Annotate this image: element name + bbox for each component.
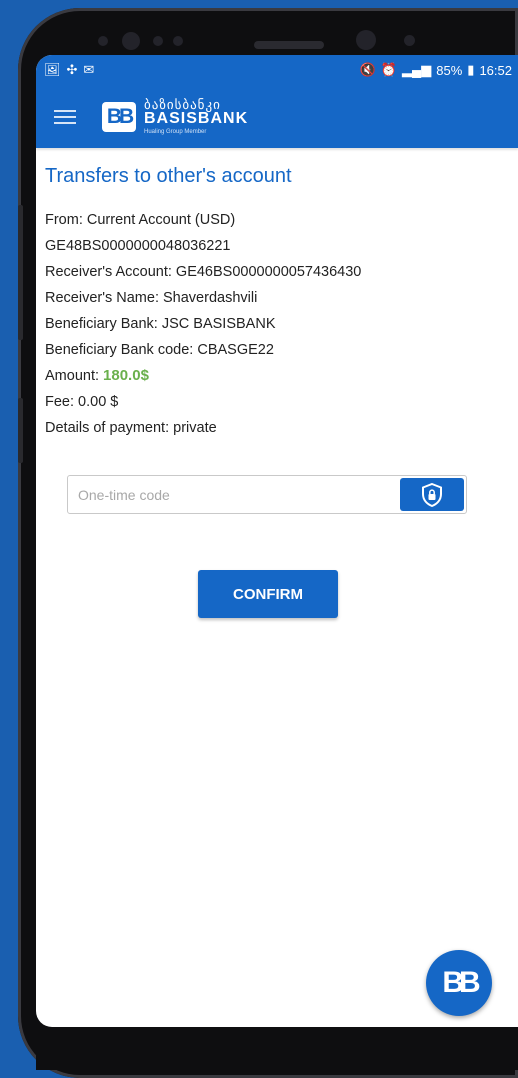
logo-subtitle: Hualing Group Member (144, 129, 207, 135)
gallery-icon: 🖼 (44, 62, 61, 77)
receiver-account-value: GE46BS0000000057436430 (175, 264, 362, 280)
battery-percent: 85% (436, 62, 463, 78)
alarm-icon: ⏰ (380, 62, 398, 77)
from-value: Current Account (USD) (86, 212, 236, 228)
fee-label: Fee: (45, 394, 75, 410)
earpiece-speaker (254, 41, 324, 49)
beneficiary-bank-row: Beneficiary Bank: JSC BASISBANK (45, 311, 518, 337)
app-bar: BB ბაზისბანკი BASISBANK Hualing Group Me… (36, 85, 518, 148)
beneficiary-code-value: CBASGE22 (197, 342, 274, 358)
one-time-code-field (67, 475, 467, 514)
shield-lock-icon (422, 482, 442, 507)
beneficiary-code-row: Beneficiary Bank code: CBASGE22 (45, 337, 518, 363)
sensor-dot (98, 36, 108, 46)
receiver-name-row: Receiver's Name: Shaverdashvili (45, 285, 518, 311)
signal-icon: ▂▄▆ (402, 62, 432, 77)
notification-icon: ✣ (66, 62, 78, 77)
battery-icon: ▮ (467, 62, 475, 77)
amount-value: 180.0$ (103, 367, 149, 384)
iris-scanner (356, 30, 376, 50)
transfer-details: Transfers to other's account From: Curre… (36, 165, 518, 441)
logo-name: BASISBANK (144, 110, 249, 127)
details-row: Details of payment: private (45, 415, 518, 441)
volume-button (18, 205, 23, 340)
logo-mark: BB (102, 101, 136, 132)
mute-icon: 🔇 (359, 62, 376, 77)
one-time-code-input[interactable] (76, 485, 400, 504)
basisbank-logo: BB ბაზისბანკი BASISBANK Hualing Group Me… (102, 98, 248, 135)
basisbank-fab-button[interactable]: BB (426, 950, 492, 1016)
hamburger-menu-icon[interactable] (54, 109, 76, 124)
from-label: From: (45, 212, 83, 228)
beneficiary-code-label: Beneficiary Bank code: (45, 342, 194, 358)
security-token-button[interactable] (400, 478, 464, 511)
sensor-dot (173, 36, 183, 46)
details-value: private (173, 420, 217, 436)
status-bar: 🖼 ✣ ✉ 🔇 ⏰ ▂▄▆ 85% ▮ 16:52 (36, 55, 518, 85)
receiver-name-label: Receiver's Name: (45, 290, 159, 306)
bixby-button (18, 398, 23, 463)
beneficiary-bank-label: Beneficiary Bank: (45, 316, 158, 332)
page-title: Transfers to other's account (45, 165, 292, 187)
app-screen: 🖼 ✣ ✉ 🔇 ⏰ ▂▄▆ 85% ▮ 16:52 BB ბაზისბანკი … (36, 55, 518, 1027)
amount-label: Amount: (45, 368, 99, 384)
from-row: From: Current Account (USD) (45, 207, 518, 233)
beneficiary-bank-value: JSC BASISBANK (161, 316, 276, 332)
sensor-dot (153, 36, 163, 46)
receiver-name-value: Shaverdashvili (163, 290, 258, 306)
details-label: Details of payment: (45, 420, 170, 436)
receiver-account-row: Receiver's Account: GE46BS00000000574364… (45, 259, 518, 285)
sensor-dot (404, 35, 415, 46)
front-camera (122, 32, 140, 50)
clock: 16:52 (479, 62, 512, 78)
fee-row: Fee: 0.00 $ (45, 389, 518, 415)
confirm-button[interactable]: CONFIRM (198, 570, 338, 618)
from-iban: GE48BS0000000048036221 (45, 238, 231, 254)
bottom-bezel (36, 1027, 518, 1070)
receiver-account-label: Receiver's Account: (45, 264, 172, 280)
fee-value: 0.00 $ (78, 394, 119, 410)
amount-row: Amount: 180.0$ (45, 363, 518, 389)
message-icon: ✉ (83, 62, 95, 77)
